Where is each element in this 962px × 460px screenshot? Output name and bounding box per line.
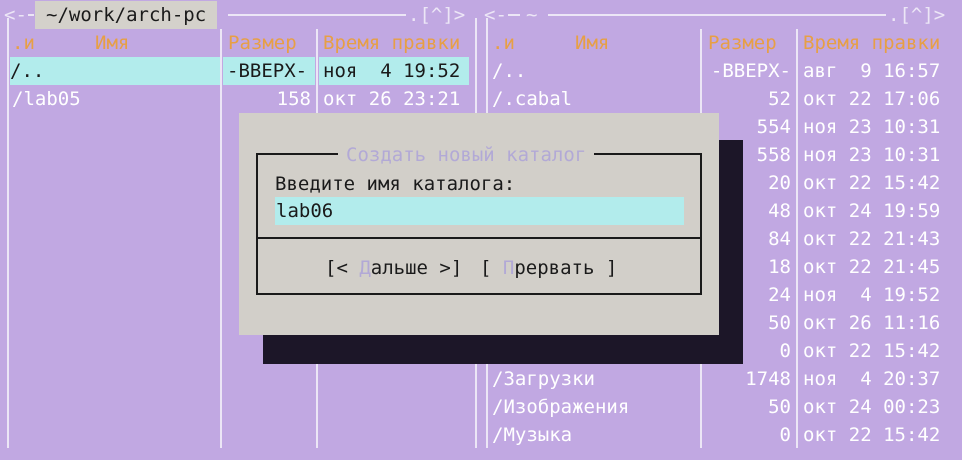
dialog-prompt: Введите имя каталога: [275, 173, 516, 195]
cancel-button-hotkey: П [502, 257, 515, 279]
right-row-size[interactable]: -ВВЕРХ- [703, 57, 791, 85]
right-col-sep-2 [796, 29, 798, 448]
cancel-button-open: [ [480, 257, 503, 279]
left-row-mtime[interactable]: окт 26 23:21 [323, 85, 471, 113]
right-row-size[interactable]: 1748 [703, 365, 791, 393]
right-row-name[interactable]: /Загрузки [492, 365, 697, 393]
right-mtime-header[interactable]: Время правки [803, 29, 940, 57]
left-row-name[interactable]: /.. [10, 57, 220, 85]
right-row-size[interactable]: 0 [703, 421, 791, 449]
right-row-mtime[interactable]: окт 22 15:42 [803, 337, 953, 365]
right-frame-top-a [508, 14, 520, 16]
right-row-mtime[interactable]: ноя 4 19:52 [803, 281, 953, 309]
left-panel-path[interactable]: ~/work/arch-pc [35, 1, 218, 29]
directory-name-input[interactable]: lab06 [275, 197, 684, 225]
right-panel-controls[interactable]: .[^]> [888, 1, 945, 29]
left-size-header[interactable]: Размер [228, 29, 297, 57]
left-name-header[interactable]: Имя [95, 29, 129, 57]
dialog-separator [256, 237, 702, 239]
right-row-mtime[interactable]: ноя 23 10:31 [803, 113, 953, 141]
left-mtime-header[interactable]: Время правки [323, 29, 460, 57]
right-name-header[interactable]: Имя [575, 29, 609, 57]
right-row-mtime[interactable]: окт 22 17:06 [803, 85, 953, 113]
ok-button-label: альше >] [370, 257, 463, 279]
left-row-mtime[interactable]: ноя 4 19:52 [319, 57, 469, 85]
ok-button-hotkey: Д [359, 257, 371, 279]
left-row-size[interactable]: -ВВЕРХ- [223, 57, 315, 85]
right-row-size[interactable]: 50 [703, 393, 791, 421]
left-frame-top-b [228, 14, 406, 16]
right-panel-path[interactable]: ~ [526, 1, 537, 29]
cancel-button-label: рервать ] [514, 257, 618, 279]
right-row-mtime[interactable]: окт 22 21:43 [803, 225, 953, 253]
right-row-name[interactable]: /Изображения [492, 393, 697, 421]
mkdir-dialog: Создать новый каталог Введите имя катало… [239, 113, 719, 335]
left-row-size[interactable]: 158 [223, 85, 311, 113]
right-row-mtime[interactable]: окт 26 11:16 [803, 309, 953, 337]
left-col-sep-1 [220, 29, 222, 448]
right-row-mtime[interactable]: окт 24 19:59 [803, 197, 953, 225]
right-row-mtime[interactable]: окт 22 15:42 [803, 421, 953, 449]
left-sort-header[interactable]: .и [12, 29, 35, 57]
left-row-name[interactable]: /lab05 [12, 85, 217, 113]
right-row-mtime[interactable]: ноя 23 10:31 [803, 141, 953, 169]
left-frame-left [7, 18, 9, 448]
right-row-mtime[interactable]: окт 24 00:23 [803, 393, 953, 421]
cancel-button[interactable]: [ Прервать ] [480, 254, 617, 282]
right-row-mtime[interactable]: авг 9 16:57 [803, 57, 953, 85]
right-sort-header[interactable]: .и [492, 29, 515, 57]
left-panel-controls[interactable]: .[^]> [408, 1, 465, 29]
right-row-name[interactable]: /.cabal [492, 85, 697, 113]
ok-button-open: [< [325, 257, 360, 279]
right-size-header[interactable]: Размер [708, 29, 777, 57]
right-row-mtime[interactable]: ноя 4 20:37 [803, 365, 953, 393]
right-row-mtime[interactable]: окт 22 15:42 [803, 169, 953, 197]
right-frame-top-b [548, 14, 886, 16]
right-row-name[interactable]: /Музыка [492, 421, 697, 449]
right-row-mtime[interactable]: окт 22 21:45 [803, 253, 953, 281]
ok-button[interactable]: [< Дальше >] [325, 254, 462, 282]
right-row-size[interactable]: 52 [703, 85, 791, 113]
right-row-name[interactable]: /.. [492, 57, 697, 85]
dialog-title: Создать новый каталог [338, 141, 595, 169]
left-frame-top-a [28, 14, 34, 16]
